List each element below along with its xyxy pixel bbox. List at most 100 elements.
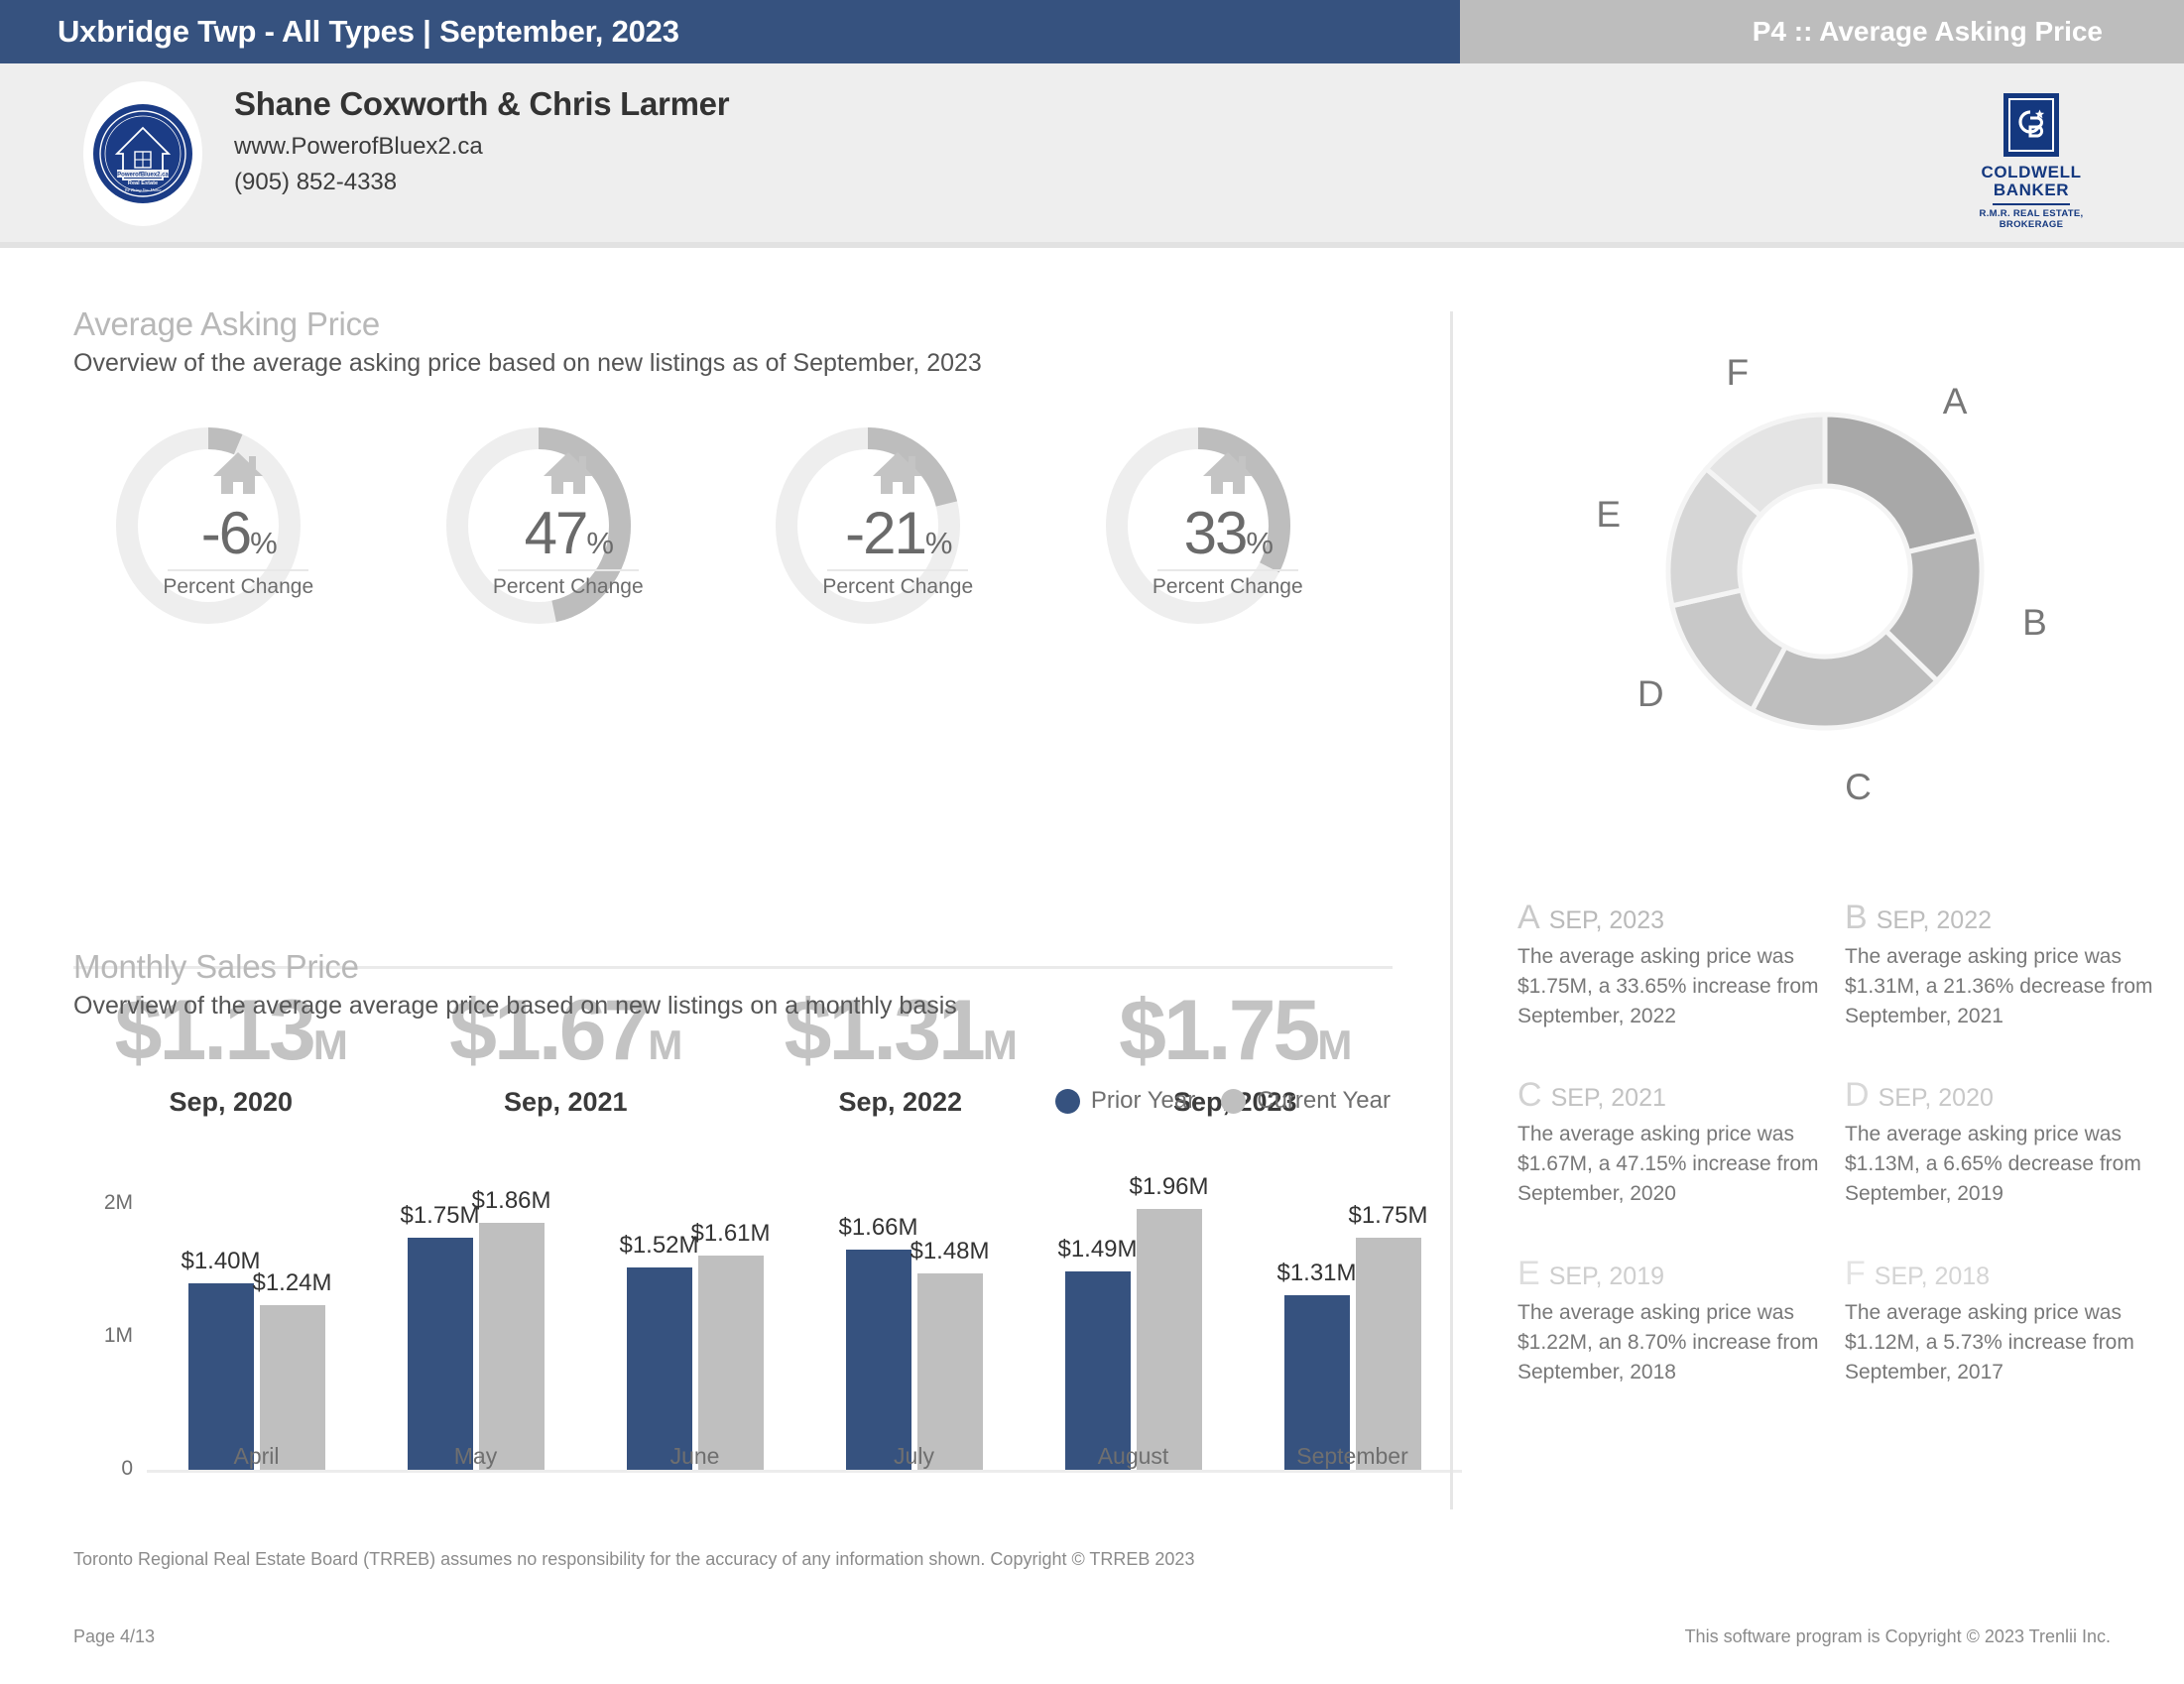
bar-value-label: $1.31M <box>1276 1260 1357 1287</box>
chart-legend: Prior Year Current Year <box>1054 1087 1391 1115</box>
card-period: SEP, 2021 <box>1550 1084 1666 1113</box>
chart-bar[interactable]: $1.75M <box>400 1202 480 1470</box>
legend-item[interactable]: Current Year <box>1221 1087 1391 1115</box>
bar-value-label: $1.48M <box>910 1237 990 1264</box>
card-header: B SEP, 2022 <box>1845 899 2172 937</box>
bar-value-label: $1.75M <box>1348 1201 1428 1229</box>
bar-value-label: $1.66M <box>838 1213 918 1241</box>
percent-change-gauges: -6% Percent Change 47% Percent Change -21% Pe… <box>73 426 1393 635</box>
percent-change-gauge: -21% Percent Change <box>733 426 1063 635</box>
card-header: A SEP, 2023 <box>1517 899 1845 937</box>
svg-text:We Bring You Home: We Bring You Home <box>124 187 161 192</box>
chart-bar[interactable]: $1.75M <box>1348 1202 1428 1470</box>
gauge-percent-value: 33% <box>1063 504 1394 563</box>
chart-bar[interactable]: $1.52M <box>619 1232 699 1470</box>
monthly-sales-price-title: Monthly Sales Price <box>73 948 359 985</box>
chart-bar[interactable]: $1.86M <box>471 1187 551 1470</box>
agent-logo: PowerofBluex2.ca Real Estate We Bring Yo… <box>83 81 202 226</box>
donut-chart-graphic <box>1665 412 1985 731</box>
chart-bar[interactable]: $1.61M <box>690 1220 771 1470</box>
coldwell-banker-monogram-icon <box>2003 93 2059 157</box>
brokerage-sub-line2: BROKERAGE <box>1999 219 2064 231</box>
monthly-sales-price-heading: Monthly Sales Price Overview of the aver… <box>73 948 957 1021</box>
gauge-percent-number: 33 <box>1183 500 1249 566</box>
x-axis-category-label: August <box>1097 1443 1169 1469</box>
disclaimer-text: Toronto Regional Real Estate Board (TRRE… <box>73 1549 1195 1569</box>
donut-segment-label: C <box>1845 767 1872 808</box>
report-title: Uxbridge Twp - All Types | September, 20… <box>58 14 679 49</box>
right-panel: A B C D E F A SEP, 2023 The average asking pric… <box>1458 254 2184 1533</box>
x-axis-category-label: July <box>894 1443 934 1469</box>
card-period: SEP, 2018 <box>1874 1262 1991 1290</box>
price-suffix: M <box>312 1022 348 1068</box>
card-description: The average asking price was $1.31M, a 2… <box>1845 945 2153 1027</box>
bar-value-label: $1.40M <box>181 1248 261 1275</box>
chart-bar[interactable]: $1.96M <box>1129 1173 1209 1470</box>
page-number: Page 4/13 <box>73 1626 156 1646</box>
bar-group: $1.75M $1.86M May <box>400 1170 551 1470</box>
x-axis-category-label: June <box>669 1443 720 1469</box>
gauge-readout: -21% Percent Change <box>733 504 1063 599</box>
gauge-percent-unit: % <box>924 526 953 560</box>
bar-value-label: $1.96M <box>1129 1173 1209 1201</box>
title-bar-right: P4 :: Average Asking Price <box>1460 0 2184 63</box>
year-summary-card: E SEP, 2019 The average asking price was $… <box>1517 1255 1845 1386</box>
price-suffix: M <box>1317 1022 1352 1068</box>
agent-info: Shane Coxworth & Chris Larmer www.Powero… <box>234 85 730 196</box>
brokerage-name-line2: BANKER <box>1993 180 2070 199</box>
bar-group: $1.49M $1.96M August <box>1057 1170 1209 1470</box>
gauge-percent-unit: % <box>586 526 614 560</box>
brokerage-logo: COLDWELL BANKER R.M.R. REAL ESTATE, BROK… <box>1972 93 2091 230</box>
card-header: F SEP, 2018 <box>1845 1255 2172 1293</box>
chart-bar[interactable]: $1.40M <box>181 1248 261 1470</box>
donut-segment-label: E <box>1596 494 1622 536</box>
donut-segment-label: F <box>1726 351 1750 393</box>
svg-text:PowerofBluex2.ca: PowerofBluex2.ca <box>117 173 169 179</box>
year-summary-cards: A SEP, 2023 The average asking price was $… <box>1517 899 2172 1432</box>
house-icon <box>873 452 923 494</box>
x-axis-category-label: September <box>1296 1443 1408 1469</box>
average-asking-price-title: Average Asking Price <box>73 305 381 342</box>
legend-color-swatch-icon <box>1221 1088 1247 1114</box>
donut-segment[interactable] <box>1822 412 1981 555</box>
percent-change-gauge: -6% Percent Change <box>73 426 404 635</box>
gauge-percent-number: 47 <box>524 500 589 566</box>
brokerage-divider <box>1993 202 2070 205</box>
gauge-percent-value: 47% <box>404 504 734 563</box>
agent-website[interactable]: www.PowerofBluex2.ca <box>234 133 729 161</box>
x-axis-category-label: April <box>233 1443 280 1469</box>
gauge-percent-value: -21% <box>733 504 1063 563</box>
card-period: SEP, 2020 <box>1878 1084 1994 1113</box>
card-description: The average asking price was $1.22M, an … <box>1517 1300 1819 1383</box>
bar-value-label: $1.61M <box>690 1220 771 1248</box>
card-description: The average asking price was $1.75M, a 3… <box>1517 945 1819 1027</box>
y-axis-tick-label: 0 <box>121 1457 133 1480</box>
gauge-rule <box>168 569 309 571</box>
page-section-label: P4 :: Average Asking Price <box>1752 16 2103 47</box>
y-axis-tick-label: 2M <box>103 1191 133 1214</box>
software-copyright: This software program is Copyright © 202… <box>1684 1626 2111 1646</box>
chart-bar[interactable]: $1.48M <box>910 1238 990 1470</box>
gauge-percent-unit: % <box>1246 526 1274 560</box>
legend-color-swatch-icon <box>1054 1088 1080 1114</box>
donut-segment-label: B <box>2022 602 2047 644</box>
card-letter: D <box>1845 1076 1870 1115</box>
donut-segment-label: A <box>1942 380 1968 421</box>
gauge-readout: -6% Percent Change <box>73 504 404 599</box>
chart-bar[interactable]: $1.66M <box>838 1214 918 1470</box>
cb-glyph-icon <box>2018 109 2045 138</box>
gauge-rule <box>497 569 639 571</box>
chart-bar[interactable]: $1.49M <box>1057 1236 1138 1470</box>
house-icon <box>543 452 593 494</box>
legend-label: Current Year <box>1257 1087 1391 1114</box>
bar-group: $1.31M $1.75M September <box>1276 1170 1428 1470</box>
year-summary-card: A SEP, 2023 The average asking price was $… <box>1517 899 1845 1030</box>
card-header: E SEP, 2019 <box>1517 1255 1845 1293</box>
title-bar-left: Uxbridge Twp - All Types | September, 20… <box>0 0 1460 63</box>
percent-change-gauge: 47% Percent Change <box>404 426 734 635</box>
agent-phone[interactable]: (905) 852-4338 <box>234 169 729 196</box>
card-period: SEP, 2023 <box>1548 906 1664 934</box>
legend-item[interactable]: Prior Year <box>1054 1087 1195 1115</box>
bar-group: $1.52M $1.61M June <box>619 1170 771 1470</box>
bar-value-label: $1.86M <box>471 1186 551 1214</box>
